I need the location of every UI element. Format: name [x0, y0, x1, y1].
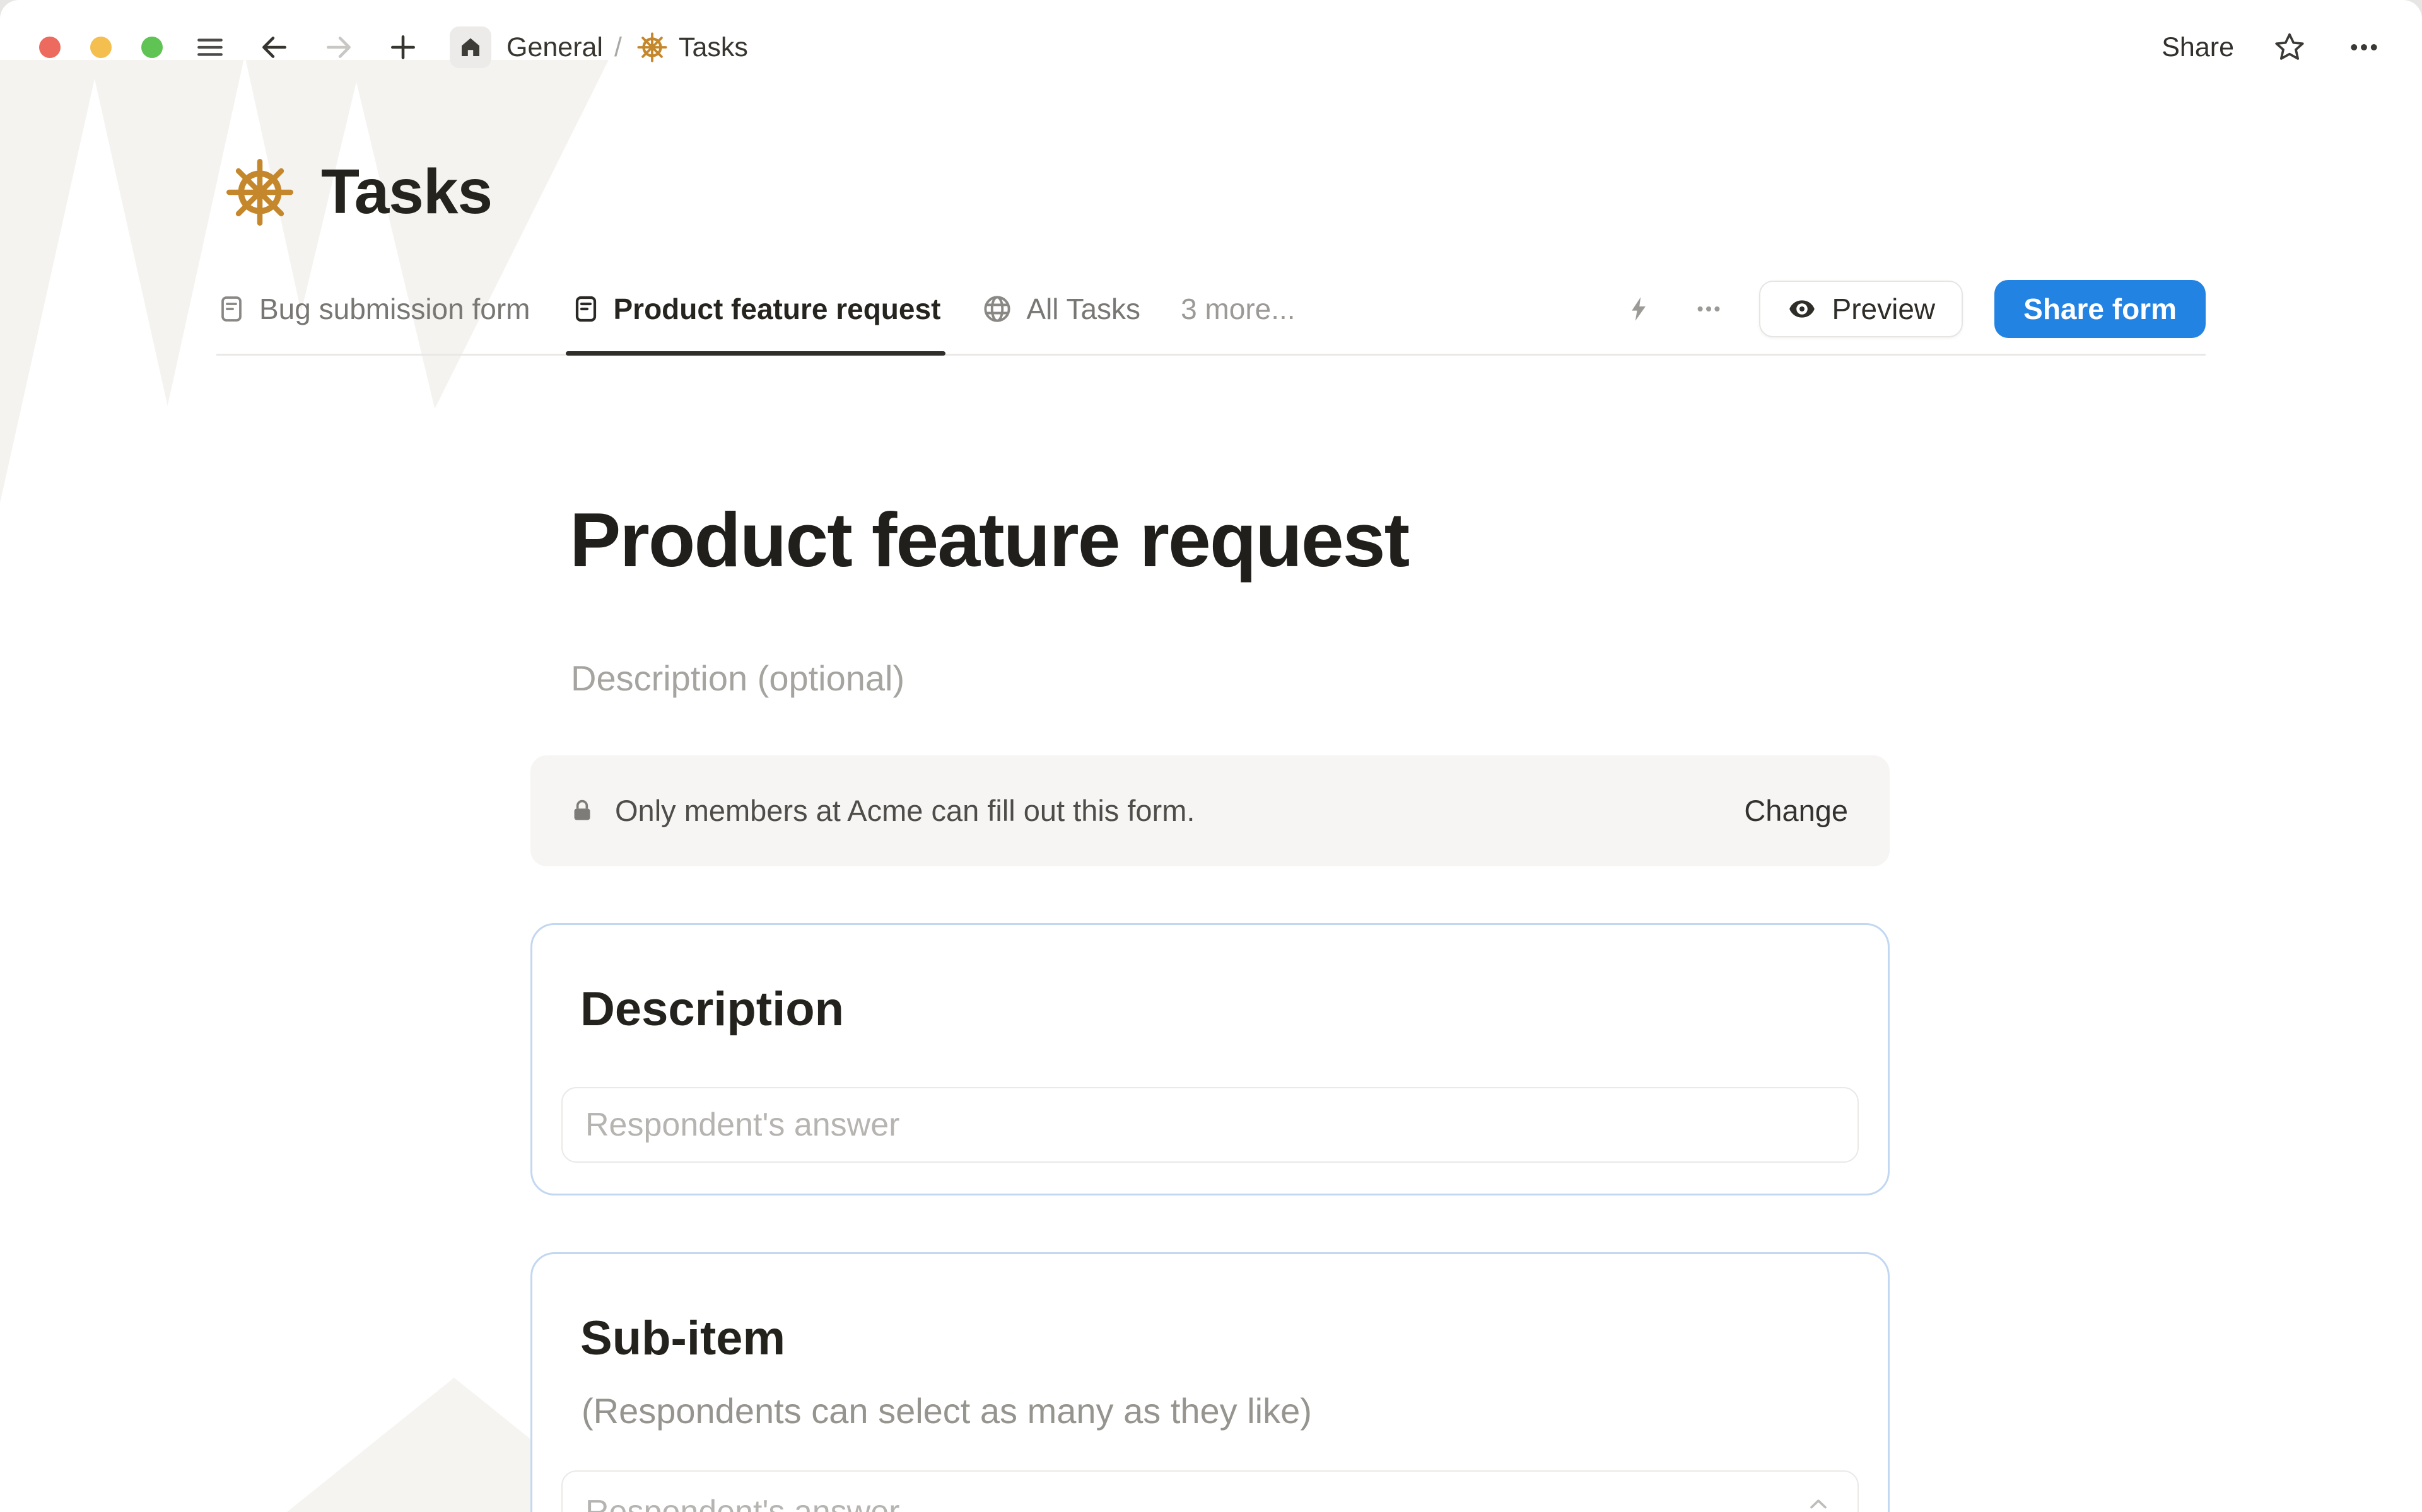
breadcrumb-separator: /	[614, 32, 622, 63]
tab-strip: Bug submission form Product feature requ…	[216, 264, 2206, 356]
tab-strip-actions: Preview Share form	[1620, 280, 2206, 338]
home-button[interactable]	[450, 26, 491, 68]
window-more-button[interactable]	[2345, 28, 2383, 66]
form-title[interactable]: Product feature request	[570, 492, 1890, 588]
minimize-window-button[interactable]	[90, 37, 112, 58]
view-options-button[interactable]	[1690, 290, 1728, 328]
close-window-button[interactable]	[39, 37, 61, 58]
breadcrumb: General / Tasks	[506, 32, 748, 63]
favorite-button[interactable]	[2273, 31, 2306, 64]
ship-wheel-icon	[637, 32, 667, 62]
question-hint: (Respondents can select as many as they …	[582, 1388, 1859, 1434]
form-description-placeholder[interactable]: Description (optional)	[571, 658, 1890, 699]
answer-input[interactable]: Respondent's answer	[561, 1470, 1859, 1512]
question-card-description[interactable]: Description Respondent's answer	[530, 923, 1890, 1195]
home-icon	[457, 34, 484, 61]
star-icon	[2273, 31, 2306, 64]
answer-input[interactable]: Respondent's answer	[561, 1087, 1859, 1163]
change-access-button[interactable]: Change	[1744, 793, 1848, 828]
question-title[interactable]: Sub-item	[580, 1308, 1859, 1368]
tab-label: Bug submission form	[259, 292, 530, 326]
page-header-area: Tasks Bug submission form Product featur…	[216, 95, 2206, 356]
zoom-window-button[interactable]	[141, 37, 163, 58]
question-card-sub-item[interactable]: Sub-item (Respondents can select as many…	[530, 1252, 1890, 1512]
tab-bug-submission-form[interactable]: Bug submission form	[216, 264, 530, 354]
ellipsis-icon	[1694, 294, 1723, 323]
forward-button[interactable]	[321, 30, 356, 65]
lightning-bolt-icon	[1625, 295, 1653, 323]
more-tabs-link[interactable]: 3 more...	[1181, 292, 1296, 326]
form-document-icon	[571, 294, 601, 324]
titlebar-actions: Share	[2162, 28, 2383, 66]
eye-icon	[1787, 294, 1817, 324]
form-document-icon	[216, 294, 247, 324]
chevron-up-icon[interactable]	[1805, 1491, 1832, 1512]
breadcrumb-workspace[interactable]: General	[506, 32, 603, 63]
tab-label: Product feature request	[614, 292, 941, 326]
share-form-button[interactable]: Share form	[1994, 280, 2206, 338]
lock-icon	[568, 797, 596, 825]
back-button[interactable]	[257, 30, 292, 65]
share-form-button-label: Share form	[2023, 292, 2177, 326]
answer-placeholder: Respondent's answer	[585, 1106, 899, 1144]
answer-placeholder: Respondent's answer	[585, 1493, 899, 1512]
page-ship-wheel-icon	[226, 159, 293, 226]
tab-all-tasks[interactable]: All Tasks	[981, 264, 1140, 354]
hamburger-icon	[194, 32, 226, 63]
preview-button-label: Preview	[1832, 292, 1936, 326]
access-notice-text: Only members at Acme can fill out this f…	[615, 793, 1195, 828]
automations-button[interactable]	[1620, 290, 1658, 328]
sidebar-menu-button[interactable]	[192, 30, 228, 65]
plus-icon	[387, 32, 419, 63]
page-title[interactable]: Tasks	[321, 153, 492, 231]
question-title[interactable]: Description	[580, 979, 1859, 1039]
back-arrow-icon	[259, 32, 290, 63]
access-notice: Only members at Acme can fill out this f…	[530, 755, 1890, 866]
titlebar: General / Tasks Share	[0, 0, 2422, 95]
traffic-lights	[39, 37, 163, 58]
globe-icon	[981, 293, 1014, 325]
tab-product-feature-request[interactable]: Product feature request	[571, 264, 941, 354]
forward-arrow-icon	[323, 32, 354, 63]
new-tab-button[interactable]	[385, 30, 421, 65]
page-header: Tasks	[226, 153, 2206, 231]
share-button[interactable]: Share	[2162, 32, 2234, 63]
tab-label: All Tasks	[1026, 292, 1140, 326]
app-window: General / Tasks Share	[0, 0, 2422, 1512]
breadcrumb-page[interactable]: Tasks	[679, 32, 748, 63]
preview-button[interactable]: Preview	[1759, 281, 1963, 337]
ellipsis-icon	[2347, 30, 2381, 64]
